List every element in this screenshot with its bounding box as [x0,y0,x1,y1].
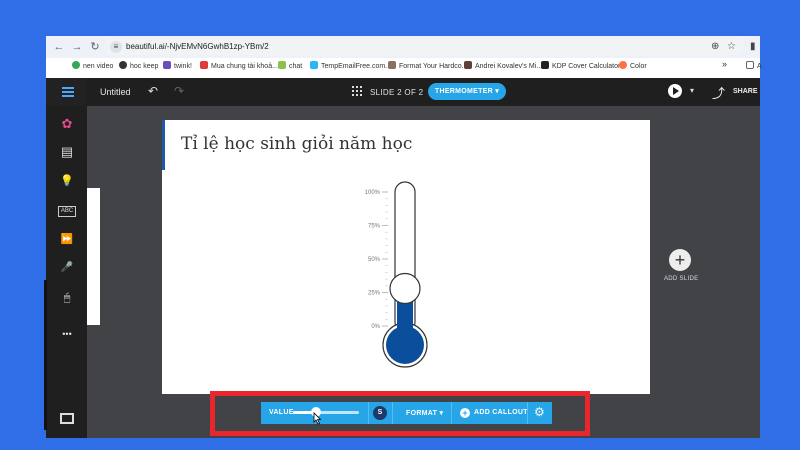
gear-icon[interactable]: ⚙ [534,405,545,419]
reload-button[interactable]: ↻ [88,40,102,54]
bookmark-favicon-icon [200,61,208,69]
bookmark-item[interactable]: nen video [72,61,113,70]
more-bookmarks-button[interactable]: » [722,59,727,69]
toolbar-divider [392,402,393,424]
mouse-cursor-icon [313,412,322,425]
document-title[interactable]: Untitled [100,87,131,97]
bookmark-item[interactable]: Format Your Hardco... [388,61,467,70]
bookmark-favicon-icon [163,61,171,69]
bookmark-item[interactable]: TempEmailFree.com... [310,61,391,70]
bookmark-favicon-icon [310,61,318,69]
slide-counter[interactable]: SLIDE 2 OF 2 [370,88,423,97]
bookmark-item[interactable]: Mua chung tài khoả... [200,61,278,70]
lightbulb-icon[interactable]: 💡 [56,172,78,190]
thermometer-bulb-fill [386,326,424,364]
value-label: VALUE [269,409,294,416]
bookmark-favicon-icon [464,61,472,69]
bookmark-favicon-icon [388,61,396,69]
thermometer-ticks: 100% 75% 50% 25% 0% [365,190,388,330]
slide-type-dropdown[interactable]: THERMOMETER ▾ [428,83,506,100]
bookmark-favicon-icon [619,61,627,69]
play-icon[interactable] [668,84,682,98]
mouse-icon[interactable]: 🖱 [56,289,78,307]
window-edge [44,280,47,430]
forward-button[interactable]: → [70,40,84,54]
thermometer-chart[interactable]: 100% 75% 50% 25% 0% [350,178,450,380]
tick-label: 0% [371,324,380,330]
abc-icon[interactable]: ABC [58,206,76,217]
share-icon[interactable]: ⤴ [712,83,725,102]
format-button[interactable]: FORMAT ▾ [406,409,443,417]
s-badge-button[interactable]: S [373,406,387,420]
thermometer-value-handle[interactable] [389,272,421,305]
microphone-icon[interactable]: 🎤 [56,259,78,277]
url-text: beautiful.ai/-NjvEMvN6GwhB1zp-YBm/2 [126,42,269,51]
menu-icon[interactable] [46,78,86,106]
share-button[interactable]: SHARE [733,88,758,95]
site-info-icon[interactable]: ≡ [110,41,122,53]
add-callout-icon[interactable]: + [460,408,470,418]
side-panel-edge [87,188,100,325]
tick-label: 25% [368,291,381,297]
bookmark-item[interactable]: twink! [163,61,192,70]
back-button[interactable]: ← [52,40,66,54]
toolbar-divider [368,402,369,424]
tick-label: 75% [368,224,381,230]
add-slide-button[interactable]: + [669,249,691,271]
slide-grid-icon[interactable] [352,86,362,96]
tick-label: 50% [368,257,381,263]
redo-icon[interactable]: ↷ [174,84,184,98]
bookmark-item[interactable]: chat [278,61,302,70]
add-slide-label: ADD SLIDE [664,276,699,282]
bookmark-item[interactable]: Color [619,61,647,70]
fast-forward-icon[interactable]: ⏩ [56,231,78,249]
bookmark-item[interactable]: hoc keep [119,61,158,70]
panel-toggle-icon[interactable] [60,413,74,424]
slide-title[interactable]: Tỉ lệ học sinh giỏi năm học [181,134,412,154]
tick-label: 100% [365,190,381,196]
bookmark-favicon-icon [72,61,80,69]
bookmark-favicon-icon [119,61,127,69]
folder-icon [746,61,754,69]
toolbar-divider [527,402,528,424]
bookmark-item[interactable]: KDP Cover Calculator [541,61,620,70]
theme-icon[interactable]: ✿ [56,115,78,133]
bookmark-item[interactable]: Andrei Kovalev's Mi... [464,61,542,70]
other-bookmarks-folder[interactable]: A [746,61,762,70]
undo-icon[interactable]: ↶ [148,84,158,98]
tabstrip-icon[interactable]: ▮ [750,41,756,52]
title-accent-bar [162,120,165,170]
bookmark-favicon-icon [541,61,549,69]
more-icon[interactable]: ••• [56,325,78,343]
play-options-caret-icon[interactable]: ▾ [690,86,694,95]
add-callout-button[interactable]: ADD CALLOUT [474,409,528,416]
star-icon[interactable]: ☆ [727,41,736,52]
zoom-icon[interactable]: ⊕ [711,41,719,52]
layout-icon[interactable]: ▤ [56,143,78,161]
bookmark-favicon-icon [278,61,286,69]
toolbar-divider [451,402,452,424]
